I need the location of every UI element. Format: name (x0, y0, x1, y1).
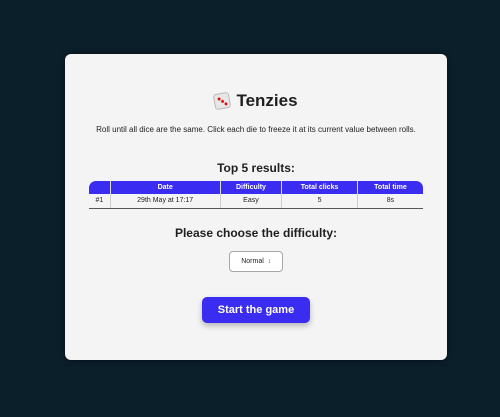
game-card: Tenzies Roll until all dice are the same… (65, 54, 447, 360)
start-game-button[interactable]: Start the game (202, 297, 310, 323)
column-rank (89, 181, 111, 194)
column-difficulty: Difficulty (220, 181, 283, 194)
results-table: Date Difficulty Total clicks Total time … (89, 181, 423, 209)
die-icon (213, 91, 232, 111)
table-row: #1 29th May at 17:17 Easy 5 8s (89, 194, 423, 209)
cell-time: 8s (357, 194, 423, 209)
results-header-row: Date Difficulty Total clicks Total time (89, 181, 423, 194)
cell-date: 29th May at 17:17 (110, 194, 221, 209)
chevron-up-down-icon: ↕ (267, 258, 271, 265)
difficulty-heading: Please choose the difficulty: (174, 226, 338, 240)
app-title-text: Tenzies (236, 91, 298, 110)
results-heading: Top 5 results: (217, 161, 295, 175)
difficulty-select-value: Normal (241, 258, 264, 265)
difficulty-select[interactable]: Normal ↕ (229, 251, 283, 272)
column-total-clicks: Total clicks (281, 181, 358, 194)
cell-difficulty: Easy (220, 194, 283, 209)
game-description: Roll until all dice are the same. Click … (96, 125, 416, 134)
cell-clicks: 5 (281, 194, 358, 209)
app-title: Tenzies (65, 91, 447, 111)
column-date: Date (110, 181, 221, 194)
cell-rank: #1 (89, 194, 111, 209)
column-total-time: Total time (357, 181, 423, 194)
